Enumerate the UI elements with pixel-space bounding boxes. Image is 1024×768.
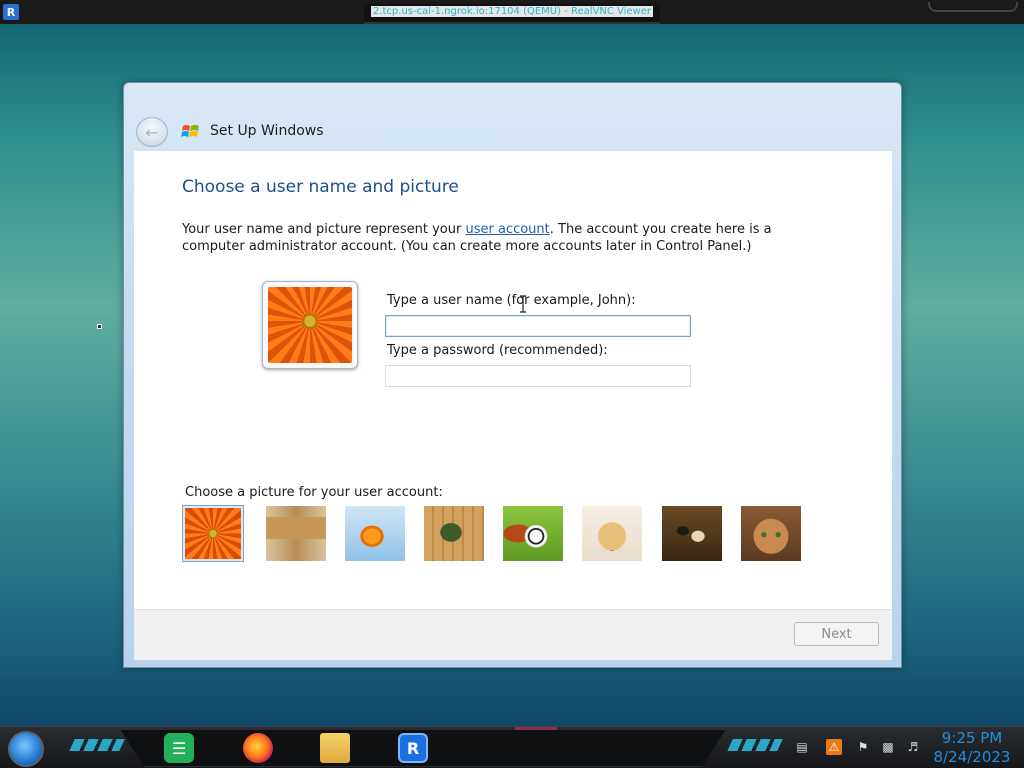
picture-option-robot[interactable] bbox=[265, 505, 327, 562]
description-text: Your user name and picture represent you… bbox=[182, 221, 822, 255]
picture-option-chess[interactable] bbox=[661, 505, 723, 562]
vnc-title-text: 2.tcp.us-cal-1.ngrok.io:17104 (QEMU) - R… bbox=[370, 6, 654, 17]
picture-option-flower[interactable] bbox=[182, 505, 244, 562]
flower-picture bbox=[268, 287, 352, 363]
back-button[interactable]: ← bbox=[136, 117, 168, 147]
back-arrow-icon: ← bbox=[145, 122, 159, 142]
file-manager-icon[interactable] bbox=[320, 733, 350, 763]
picture-chooser-label: Choose a picture for your user account: bbox=[185, 485, 443, 500]
picture-option-balls[interactable] bbox=[502, 505, 564, 562]
notes-icon[interactable]: ☰ bbox=[164, 733, 194, 763]
user-account-link[interactable]: user account bbox=[465, 222, 549, 237]
balls-thumbnail bbox=[503, 506, 563, 561]
dialog-header: ← Set Up Windows bbox=[124, 83, 901, 151]
robot-thumbnail bbox=[266, 506, 326, 561]
chevron-decoration-right bbox=[727, 739, 783, 751]
puppy-thumbnail bbox=[582, 506, 642, 561]
monitor-icon[interactable]: ▤ bbox=[794, 739, 810, 755]
username-label: Type a user name (for example, John): bbox=[387, 293, 636, 308]
flag-alert-icon[interactable]: ⚑ bbox=[855, 739, 871, 755]
setup-windows-dialog: ← Set Up Windows Choose a user name and … bbox=[123, 82, 902, 668]
dialog-title: Set Up Windows bbox=[210, 123, 324, 139]
password-label: Type a password (recommended): bbox=[387, 343, 608, 358]
username-input[interactable] bbox=[385, 315, 691, 337]
volume-icon[interactable]: ♬ bbox=[905, 739, 921, 755]
chevron-decoration-left bbox=[69, 739, 125, 751]
realvnc-logo-icon[interactable]: R bbox=[3, 4, 19, 20]
description-before-link: Your user name and picture represent you… bbox=[182, 222, 466, 237]
next-button[interactable]: Next bbox=[794, 622, 879, 646]
flower-thumbnail bbox=[185, 508, 241, 559]
vnc-window-title[interactable]: 2.tcp.us-cal-1.ngrok.io:17104 (QEMU) - R… bbox=[364, 4, 660, 24]
firefox-icon[interactable] bbox=[243, 733, 273, 763]
active-window-indicator bbox=[515, 727, 557, 730]
vnc-title-bar: R 2.tcp.us-cal-1.ngrok.io:17104 (QEMU) -… bbox=[0, 0, 1024, 24]
desktop-marker bbox=[97, 324, 102, 329]
picture-option-goldfish[interactable] bbox=[344, 505, 406, 562]
chess-thumbnail bbox=[662, 506, 722, 561]
clock-time[interactable]: 9:25 PM bbox=[932, 729, 1012, 747]
start-orb[interactable] bbox=[8, 731, 44, 767]
windows-flag-icon bbox=[181, 125, 199, 137]
picture-option-kitten[interactable] bbox=[740, 505, 802, 562]
dialog-footer: Next bbox=[134, 609, 892, 660]
clock-date[interactable]: 8/24/2023 bbox=[932, 748, 1012, 766]
taskbar: ☰ R ▤ ⚠ ⚑ ▩ ♬ 9:25 PM 8/24/2023 bbox=[0, 726, 1024, 768]
page-heading: Choose a user name and picture bbox=[182, 177, 459, 197]
password-input[interactable] bbox=[385, 365, 691, 387]
realvnc-icon[interactable]: R bbox=[398, 733, 428, 763]
picture-option-puppy[interactable] bbox=[581, 505, 643, 562]
network-alert-icon[interactable]: ⚠ bbox=[826, 739, 842, 755]
selected-user-picture bbox=[262, 281, 358, 369]
kitten-thumbnail bbox=[741, 506, 801, 561]
text-cursor-icon bbox=[520, 295, 526, 313]
vnc-toolbar-handle[interactable] bbox=[928, 2, 1018, 12]
dialog-content: Choose a user name and picture Your user… bbox=[134, 151, 892, 609]
goldfish-thumbnail bbox=[345, 506, 405, 561]
network-icon[interactable]: ▩ bbox=[880, 739, 896, 755]
bonsai-thumbnail bbox=[424, 506, 484, 561]
picture-option-bonsai[interactable] bbox=[423, 505, 485, 562]
